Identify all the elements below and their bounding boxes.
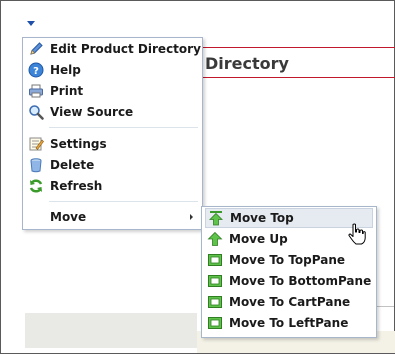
pane-icon xyxy=(207,315,223,331)
move-blank-icon xyxy=(28,209,44,225)
menu-item-settings[interactable]: Settings xyxy=(26,134,199,154)
menu-trigger-arrow-icon[interactable] xyxy=(27,21,35,26)
window-frame: Directory Edit Product Directory ? Help … xyxy=(0,0,395,354)
menu-item-view-source[interactable]: View Source xyxy=(26,102,199,122)
module-title-bar: Directory xyxy=(197,47,395,78)
submenu-arrow-icon xyxy=(190,214,193,220)
settings-icon xyxy=(28,136,44,152)
refresh-icon xyxy=(28,178,44,194)
submenu-item-move-to-bottompane[interactable]: Move To BottomPane xyxy=(205,271,373,291)
submenu-item-move-to-cartpane[interactable]: Move To CartPane xyxy=(205,292,373,312)
menu-item-print[interactable]: Print xyxy=(26,81,199,101)
move-top-icon xyxy=(208,210,224,226)
hand-cursor-icon xyxy=(348,223,366,248)
background-divider xyxy=(376,306,394,307)
menu-item-delete[interactable]: Delete xyxy=(26,155,199,175)
pencil-icon xyxy=(28,41,44,57)
trash-icon xyxy=(28,157,44,173)
help-icon: ? xyxy=(28,62,44,78)
menu-separator xyxy=(49,127,198,128)
submenu-item-move-to-toppane[interactable]: Move To TopPane xyxy=(205,250,373,270)
pane-icon xyxy=(207,273,223,289)
submenu-item-move-to-leftpane[interactable]: Move To LeftPane xyxy=(205,313,373,333)
menu-item-edit-product-directory[interactable]: Edit Product Directory xyxy=(26,39,201,59)
background-strip xyxy=(25,313,197,348)
menu-item-move[interactable]: Move xyxy=(26,207,199,227)
menu-item-help[interactable]: ? Help xyxy=(26,60,199,80)
context-menu: Edit Product Directory ? Help Print View… xyxy=(22,37,203,230)
menu-separator xyxy=(49,201,198,202)
printer-icon xyxy=(28,83,44,99)
pane-icon xyxy=(207,294,223,310)
magnifier-icon xyxy=(28,104,44,120)
move-up-icon xyxy=(207,231,223,247)
svg-text:?: ? xyxy=(33,66,39,77)
pane-icon xyxy=(207,252,223,268)
module-title: Directory xyxy=(205,54,289,73)
menu-item-refresh[interactable]: Refresh xyxy=(26,176,199,196)
